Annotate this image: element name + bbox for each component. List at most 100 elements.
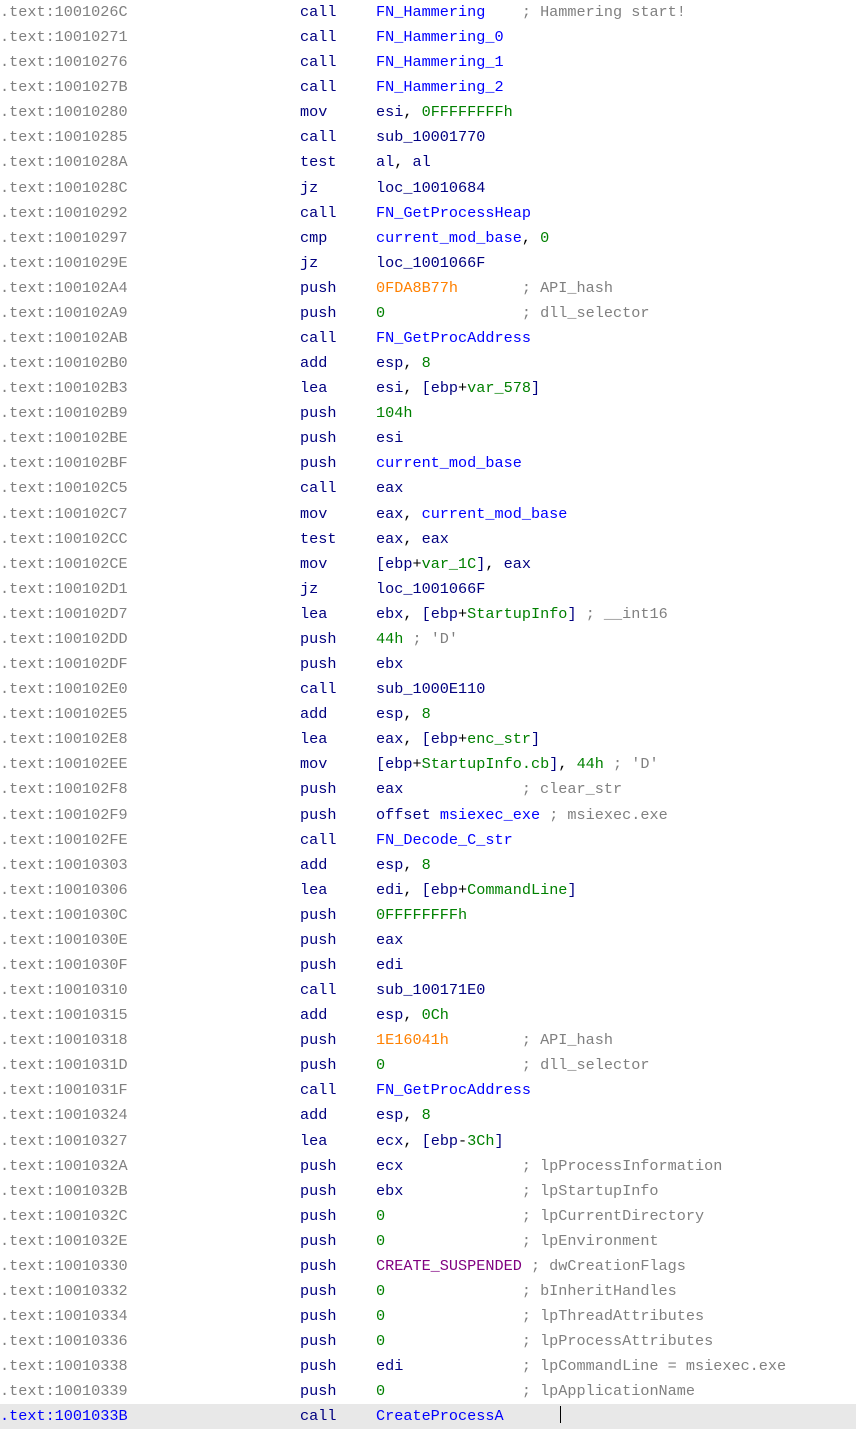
op-token-punct: ]	[495, 1132, 504, 1150]
asm-line[interactable]: .text:10010330pushCREATE_SUSPENDED ; dwC…	[0, 1254, 856, 1279]
address: .text:10010338	[0, 1354, 300, 1379]
mnemonic: push	[300, 1254, 376, 1279]
op-token-cmt: ; lpApplicationName	[522, 1382, 695, 1400]
asm-line[interactable]: .text:100102DFpushebx	[0, 652, 856, 677]
op-token-num: 0	[376, 304, 385, 322]
op-token-txt: ,	[403, 530, 421, 548]
asm-line[interactable]: .text:100102BEpushesi	[0, 426, 856, 451]
asm-line[interactable]: .text:1001030Epusheax	[0, 928, 856, 953]
asm-line[interactable]: .text:100102B3leaesi, [ebp+var_578]	[0, 376, 856, 401]
op-token-reg: al	[376, 153, 394, 171]
asm-line[interactable]: .text:10010327leaecx, [ebp-3Ch]	[0, 1129, 856, 1154]
op-token-punct: [	[422, 881, 431, 899]
asm-line[interactable]: .text:100102CCtesteax, eax	[0, 527, 856, 552]
asm-line[interactable]: .text:10010292callFN_GetProcessHeap	[0, 201, 856, 226]
asm-line[interactable]: .text:1001026CcallFN_Hammering ; Hammeri…	[0, 0, 856, 25]
asm-line[interactable]: .text:10010336push0 ; lpProcessAttribute…	[0, 1329, 856, 1354]
op-token-reg: esp	[376, 1006, 403, 1024]
op-token-pad	[385, 1307, 522, 1325]
asm-line[interactable]: .text:10010332push0 ; bInheritHandles	[0, 1279, 856, 1304]
asm-line[interactable]: .text:1001032Cpush0 ; lpCurrentDirectory	[0, 1204, 856, 1229]
asm-line[interactable]: .text:100102CEmov[ebp+var_1C], eax	[0, 552, 856, 577]
address: .text:100102DD	[0, 627, 300, 652]
asm-line[interactable]: .text:1001033BcallCreateProcessA	[0, 1404, 856, 1429]
address: .text:100102F9	[0, 803, 300, 828]
operands: FN_GetProcAddress	[376, 326, 856, 351]
asm-line[interactable]: .text:1001028Atestal, al	[0, 150, 856, 175]
asm-line[interactable]: .text:1001030Fpushedi	[0, 953, 856, 978]
address: .text:100102D1	[0, 577, 300, 602]
asm-line[interactable]: .text:100102BFpushcurrent_mod_base	[0, 451, 856, 476]
mnemonic: push	[300, 1379, 376, 1404]
asm-line[interactable]: .text:100102C5calleax	[0, 476, 856, 501]
address: .text:10010297	[0, 226, 300, 251]
address: .text:10010306	[0, 878, 300, 903]
asm-line[interactable]: .text:10010310callsub_100171E0	[0, 978, 856, 1003]
asm-line[interactable]: .text:10010315addesp, 0Ch	[0, 1003, 856, 1028]
asm-line[interactable]: .text:1001031Dpush0 ; dll_selector	[0, 1053, 856, 1078]
mnemonic: lea	[300, 1129, 376, 1154]
asm-line[interactable]: .text:1001027BcallFN_Hammering_2	[0, 75, 856, 100]
op-token-txt: ,	[403, 505, 421, 523]
asm-line[interactable]: .text:1001028Cjzloc_10010684	[0, 176, 856, 201]
asm-line[interactable]: .text:1001032Bpushebx ; lpStartupInfo	[0, 1179, 856, 1204]
asm-line[interactable]: .text:100102DDpush44h ; 'D'	[0, 627, 856, 652]
disassembly-listing[interactable]: .text:1001026CcallFN_Hammering ; Hammeri…	[0, 0, 856, 1429]
asm-line[interactable]: .text:10010306leaedi, [ebp+CommandLine]	[0, 878, 856, 903]
operands: sub_1000E110	[376, 677, 856, 702]
asm-line[interactable]: .text:100102E0callsub_1000E110	[0, 677, 856, 702]
address: .text:10010310	[0, 978, 300, 1003]
op-token-pad	[403, 780, 521, 798]
asm-line[interactable]: .text:100102B9push104h	[0, 401, 856, 426]
asm-line[interactable]: .text:1001032Apushecx ; lpProcessInforma…	[0, 1154, 856, 1179]
asm-line[interactable]: .text:1001029Ejzloc_1001066F	[0, 251, 856, 276]
asm-line[interactable]: .text:10010276callFN_Hammering_1	[0, 50, 856, 75]
op-token-pad	[385, 1382, 522, 1400]
asm-line[interactable]: .text:100102E5addesp, 8	[0, 702, 856, 727]
asm-line[interactable]: .text:10010324addesp, 8	[0, 1103, 856, 1128]
mnemonic: lea	[300, 602, 376, 627]
asm-line[interactable]: .text:100102D7leaebx, [ebp+StartupInfo] …	[0, 602, 856, 627]
op-token-txt: +	[412, 555, 421, 573]
op-token-num: 0FFFFFFFFh	[376, 906, 467, 924]
mnemonic: test	[300, 150, 376, 175]
op-token-reg: esi	[376, 103, 403, 121]
asm-line[interactable]: .text:100102F8pusheax ; clear_str	[0, 777, 856, 802]
asm-line[interactable]: .text:10010303addesp, 8	[0, 853, 856, 878]
op-token-txt: ,	[394, 153, 412, 171]
operands: 104h	[376, 401, 856, 426]
mnemonic: push	[300, 1329, 376, 1354]
asm-line[interactable]: .text:100102A4push0FDA8B77h ; API_hash	[0, 276, 856, 301]
asm-line[interactable]: .text:10010338pushedi ; lpCommandLine = …	[0, 1354, 856, 1379]
asm-line[interactable]: .text:100102C7moveax, current_mod_base	[0, 502, 856, 527]
asm-line[interactable]: .text:1001031FcallFN_GetProcAddress	[0, 1078, 856, 1103]
asm-line[interactable]: .text:10010271callFN_Hammering_0	[0, 25, 856, 50]
asm-line[interactable]: .text:100102D1jzloc_1001066F	[0, 577, 856, 602]
asm-line[interactable]: .text:100102E8leaeax, [ebp+enc_str]	[0, 727, 856, 752]
mnemonic: push	[300, 401, 376, 426]
text-cursor	[560, 1406, 561, 1423]
op-token-num: 0	[376, 1056, 385, 1074]
asm-line[interactable]: .text:100102FEcallFN_Decode_C_str	[0, 828, 856, 853]
asm-line[interactable]: .text:100102A9push0 ; dll_selector	[0, 301, 856, 326]
asm-line[interactable]: .text:10010280movesi, 0FFFFFFFFh	[0, 100, 856, 125]
asm-line[interactable]: .text:100102ABcallFN_GetProcAddress	[0, 326, 856, 351]
asm-line[interactable]: .text:10010339push0 ; lpApplicationName	[0, 1379, 856, 1404]
operands: CREATE_SUSPENDED ; dwCreationFlags	[376, 1254, 856, 1279]
address: .text:1001032E	[0, 1229, 300, 1254]
asm-line[interactable]: .text:1001032Epush0 ; lpEnvironment	[0, 1229, 856, 1254]
asm-line[interactable]: .text:10010297cmpcurrent_mod_base, 0	[0, 226, 856, 251]
asm-line[interactable]: .text:10010318push1E16041h ; API_hash	[0, 1028, 856, 1053]
op-token-reg: ebp	[385, 555, 412, 573]
asm-line[interactable]: .text:100102B0addesp, 8	[0, 351, 856, 376]
op-token-num: 104h	[376, 404, 412, 422]
asm-line[interactable]: .text:10010334push0 ; lpThreadAttributes	[0, 1304, 856, 1329]
asm-line[interactable]: .text:1001030Cpush0FFFFFFFFh	[0, 903, 856, 928]
asm-line[interactable]: .text:100102EEmov[ebp+StartupInfo.cb], 4…	[0, 752, 856, 777]
address: .text:100102C7	[0, 502, 300, 527]
op-token-global: current_mod_base	[376, 229, 522, 247]
op-token-cmt: ; lpProcessAttributes	[522, 1332, 713, 1350]
asm-line[interactable]: .text:100102F9pushoffset msiexec_exe ; m…	[0, 803, 856, 828]
asm-line[interactable]: .text:10010285callsub_10001770	[0, 125, 856, 150]
operands: eax, [ebp+enc_str]	[376, 727, 856, 752]
